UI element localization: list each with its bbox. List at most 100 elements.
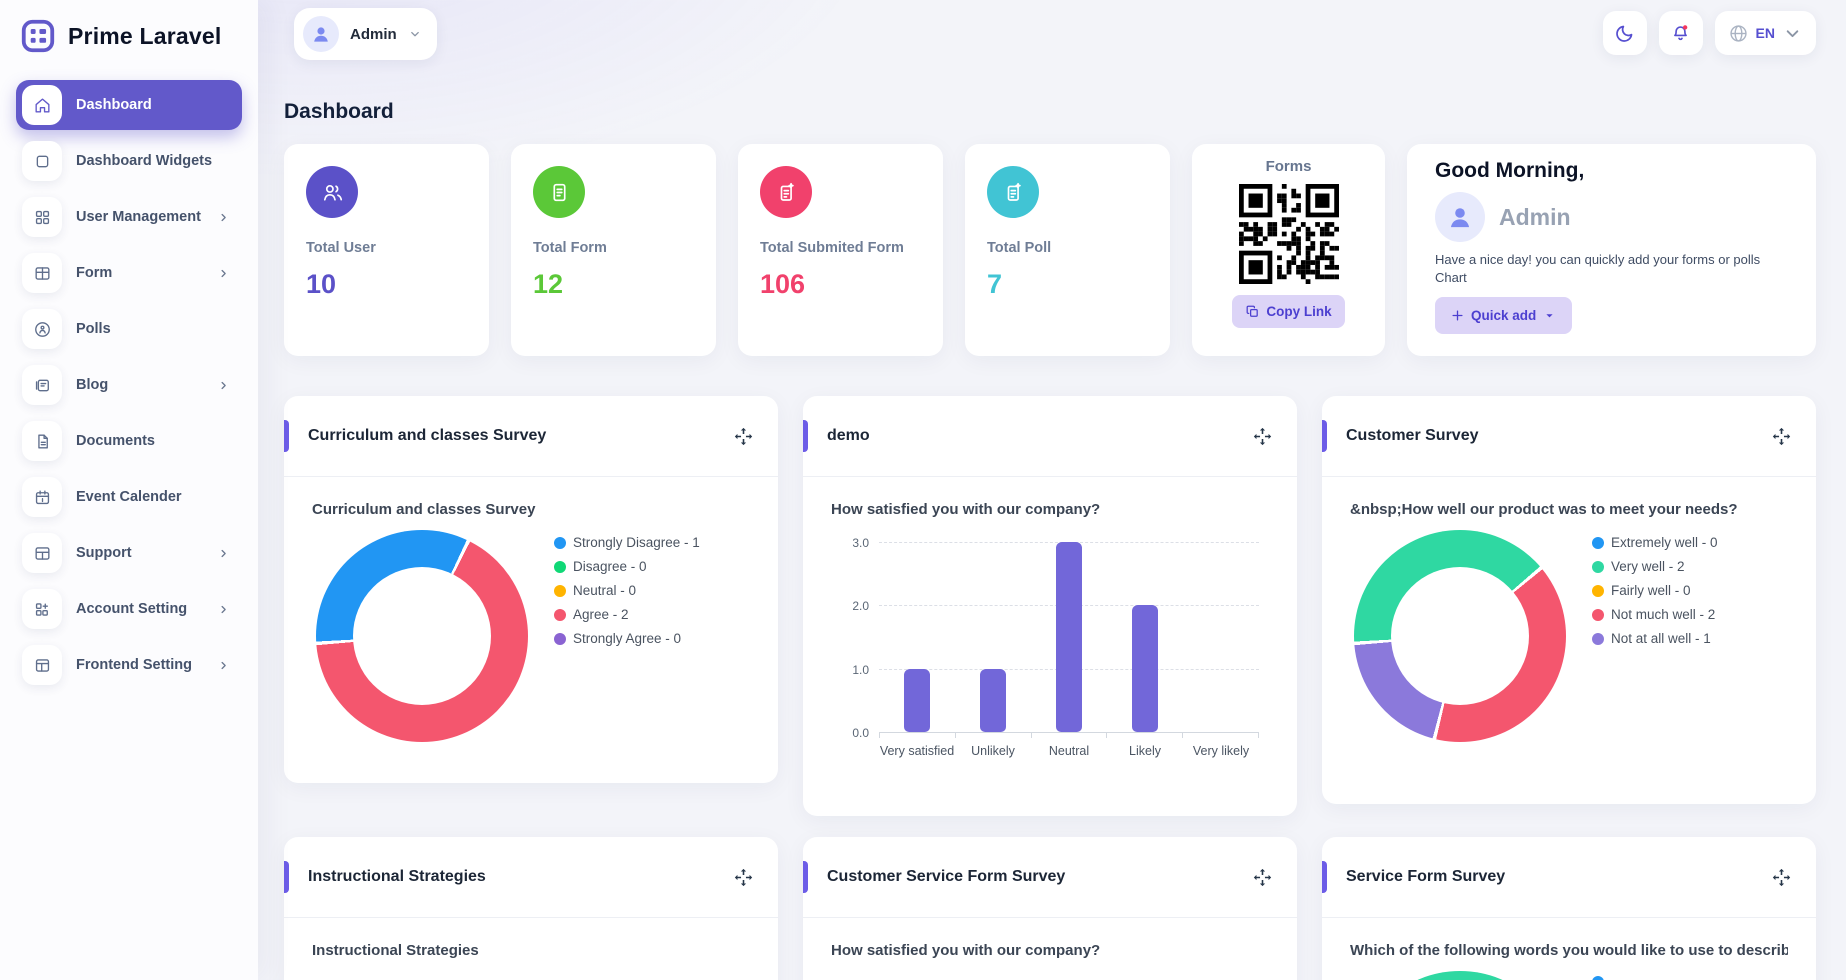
legend-item[interactable]: Very well - 2 [1592, 559, 1788, 574]
legend-item[interactable]: Fairly well - 0 [1592, 583, 1788, 598]
legend-item[interactable]: Not at all well - 1 [1592, 631, 1788, 646]
move-icon[interactable] [1252, 867, 1273, 888]
frontend-icon [22, 645, 62, 685]
legend-label: Strongly Agree - 0 [573, 631, 681, 646]
stat-value: 106 [760, 269, 921, 300]
move-icon[interactable] [733, 867, 754, 888]
bar-cell [955, 542, 1031, 732]
move-icon[interactable] [733, 426, 754, 447]
home-icon [22, 85, 62, 125]
x-axis-label: Very satisfied [879, 744, 955, 758]
caret-down-icon [1542, 308, 1557, 323]
chart-card: Curriculum and classes Survey Curriculum … [284, 396, 778, 783]
sidebar-item-polls[interactable]: Polls [16, 304, 242, 354]
users-duo-icon [306, 166, 358, 218]
account-icon [22, 589, 62, 629]
language-selector[interactable]: EN [1715, 11, 1816, 55]
bars [879, 542, 1259, 732]
user-menu[interactable]: Admin [294, 8, 437, 60]
x-axis-label: Very likely [1183, 744, 1259, 758]
y-axis-tick-label: 0.0 [839, 726, 869, 740]
legend-item[interactable]: Disagree - 0 [554, 559, 750, 574]
notifications-button[interactable] [1659, 11, 1703, 55]
sidebar-item-label: Polls [76, 321, 111, 337]
forms-qr-card: Forms Copy Link [1192, 144, 1385, 356]
legend-item[interactable]: Agree - 2 [554, 607, 750, 622]
sidebar-item-label: Form [76, 265, 112, 281]
legend-label: Not much well - 2 [1611, 607, 1715, 622]
bar-cell [1183, 542, 1259, 732]
sidebar-item-dashboard-widgets[interactable]: Dashboard Widgets [16, 136, 242, 186]
x-axis-label: Likely [1107, 744, 1183, 758]
sidebar-item-support[interactable]: Support [16, 528, 242, 578]
move-icon[interactable] [1771, 867, 1792, 888]
sidebar-item-documents[interactable]: Documents [16, 416, 242, 466]
chart-title: How satisfied you with our company? [831, 942, 1269, 959]
sidebar-item-event-calender[interactable]: Event Calender [16, 472, 242, 522]
user-avatar-icon [1435, 192, 1485, 242]
chart-card-header: Service Form Survey [1322, 837, 1816, 918]
donut-ring [1354, 971, 1566, 980]
chevron-right-icon [217, 267, 230, 280]
accent-bar [1322, 420, 1327, 452]
legend-item[interactable]: Extremely well - 0 [1592, 535, 1788, 550]
sidebar-item-label: User Management [76, 209, 201, 225]
sidebar-item-user-management[interactable]: User Management [16, 192, 242, 242]
quick-add-button[interactable]: Quick add [1435, 297, 1572, 334]
chart-card: Service Form SurveyWhich of the followin… [1322, 837, 1816, 980]
chart-legend [1592, 971, 1788, 980]
legend-item[interactable]: Neutral - 0 [554, 583, 750, 598]
chart-legend: Extremely well - 0 Very well - 2 Fairly we… [1592, 530, 1788, 742]
donut-chart: Strongly Disagree - 1 Disagree - 0 Neutral… [312, 530, 750, 742]
copy-link-button[interactable]: Copy Link [1232, 295, 1344, 328]
legend-label: Extremely well - 0 [1611, 535, 1718, 550]
legend-label: Agree - 2 [573, 607, 629, 622]
widget-icon [22, 141, 62, 181]
moon-icon [1614, 23, 1635, 44]
legend-item[interactable]: Strongly Disagree - 1 [554, 535, 750, 550]
chart-title: Instructional Strategies [312, 942, 750, 959]
chart-card-title: Instructional Strategies [308, 868, 486, 886]
sidebar-item-blog[interactable]: Blog [16, 360, 242, 410]
chart-card: Customer Survey&nbsp;How well our produc… [1322, 396, 1816, 804]
sidebar-item-form[interactable]: Form [16, 248, 242, 298]
chevron-right-icon [217, 211, 230, 224]
sidebar: Prime Laravel Dashboard Dashboard Widgets… [0, 0, 258, 980]
accent-bar [803, 861, 808, 893]
legend-item[interactable]: Not much well - 2 [1592, 607, 1788, 622]
accent-bar [803, 420, 808, 452]
chart-card-title: Curriculum and classes Survey [308, 427, 546, 445]
accent-bar [1322, 861, 1327, 893]
bell-icon [1670, 23, 1691, 44]
legend-dot [1592, 609, 1604, 621]
brand-logo[interactable]: Prime Laravel [0, 0, 258, 67]
x-axis-label: Neutral [1031, 744, 1107, 758]
chart-card-header: Customer Survey [1322, 396, 1816, 477]
legend-item[interactable]: Strongly Agree - 0 [554, 631, 750, 646]
chart-legend: Strongly Disagree - 1 Disagree - 0 Neutral… [554, 530, 750, 742]
header-actions: EN [1603, 11, 1816, 55]
chevron-down-icon [1782, 23, 1803, 44]
legend-dot [1592, 585, 1604, 597]
sidebar-item-dashboard[interactable]: Dashboard [16, 80, 242, 130]
copy-link-label: Copy Link [1266, 304, 1331, 319]
chart-card-title: Service Form Survey [1346, 868, 1505, 886]
chart-card-body: Curriculum and classes SurveyStrongly Di… [284, 477, 778, 742]
chart-card-body: Instructional Strategies [284, 918, 778, 959]
donut-chart: Extremely well - 0 Very well - 2 Fairly we… [1350, 530, 1788, 742]
legend-item[interactable] [1592, 976, 1788, 980]
chart-card-body: How satisfied you with our company?3.02.… [803, 477, 1297, 758]
poll-person-icon [22, 309, 62, 349]
sidebar-item-account-setting[interactable]: Account Setting [16, 584, 242, 634]
move-icon[interactable] [1252, 426, 1273, 447]
sidebar-item-frontend-setting[interactable]: Frontend Setting [16, 640, 242, 690]
sidebar-item-label: Support [76, 545, 132, 561]
chevron-down-icon [408, 27, 422, 41]
sidebar-item-label: Account Setting [76, 601, 187, 617]
dark-mode-toggle[interactable] [1603, 11, 1647, 55]
chart-title: &nbsp;How well our product was to meet y… [1350, 501, 1788, 518]
stat-label: Total Form [533, 240, 694, 256]
move-icon[interactable] [1771, 426, 1792, 447]
legend-dot [1592, 537, 1604, 549]
stat-label: Total Submited Form [760, 240, 921, 256]
